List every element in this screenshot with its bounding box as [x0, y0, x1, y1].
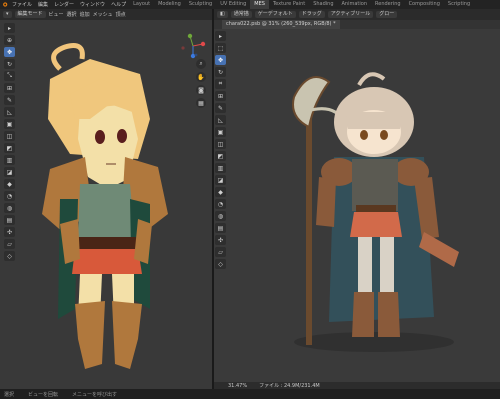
- menu-edit[interactable]: 編集: [35, 1, 51, 8]
- bevel-tool-icon[interactable]: ◩: [4, 143, 15, 153]
- menu-add[interactable]: 追加: [80, 11, 90, 18]
- menu-select[interactable]: 選択: [67, 11, 77, 18]
- shrink-tool-icon[interactable]: ✣: [4, 227, 15, 237]
- menu-vertex[interactable]: 頂点: [116, 11, 126, 18]
- extrude-tool-icon[interactable]: ▣: [4, 119, 15, 129]
- menu-file[interactable]: ファイル: [9, 1, 35, 8]
- app-menubar: ファイル 編集 レンダー ウィンドウ ヘルプ Layout Modeling S…: [0, 0, 500, 9]
- hand-tool-icon[interactable]: ▱: [215, 247, 226, 257]
- menu-view[interactable]: ビュー: [49, 11, 64, 18]
- loop-cut-tool-icon[interactable]: ▥: [4, 155, 15, 165]
- viewport-toolbar: ▸ ⊕ ✥ ↻ ⤡ ⊞ ✎ ◺ ▣ ◫ ◩ ▥ ◪ ◆ ◔ ◍ ▤ ✣ ▱ ◇: [4, 23, 15, 261]
- pen-tool-icon[interactable]: ◔: [215, 199, 226, 209]
- menu-mesh[interactable]: メッシュ: [93, 11, 113, 18]
- workspace-tab-scripting[interactable]: Scripting: [444, 0, 474, 9]
- menu-render[interactable]: レンダー: [51, 1, 77, 8]
- workspace-tab-layout[interactable]: Layout: [129, 0, 154, 9]
- stamp-tool-icon[interactable]: ▣: [215, 127, 226, 137]
- workspace-tab-mes[interactable]: MES: [250, 0, 269, 9]
- inset-tool-icon[interactable]: ◫: [4, 131, 15, 141]
- character-mesh[interactable]: [30, 39, 180, 369]
- shear-tool-icon[interactable]: ▱: [4, 239, 15, 249]
- history-brush-icon[interactable]: ◫: [215, 139, 226, 149]
- navigation-gizmo[interactable]: [178, 31, 208, 61]
- menu-help[interactable]: ヘルプ: [108, 1, 129, 8]
- brush-tool-icon[interactable]: ✎: [215, 103, 226, 113]
- eyedropper-tool-icon[interactable]: ⊞: [215, 91, 226, 101]
- workspace-tab-shading[interactable]: Shading: [309, 0, 337, 9]
- viewport-nav-controls: ⌕ ✋ ◙ ▦: [196, 59, 206, 108]
- document-tab[interactable]: chara022.psb @ 31% (260_539px, RGB/8) *: [222, 20, 340, 29]
- tool-preset-icon[interactable]: ◧: [217, 11, 228, 18]
- file-size-info: ファイル : 24.9M/231.4M: [259, 383, 320, 389]
- ruler-tool-icon[interactable]: ◺: [215, 115, 226, 125]
- rotate-view-icon[interactable]: ↻: [215, 67, 226, 77]
- dodge-tool-icon[interactable]: ◆: [215, 187, 226, 197]
- blender-logo-icon[interactable]: [0, 0, 9, 9]
- edge-slide-tool-icon[interactable]: ▤: [4, 215, 15, 225]
- status-bar: 選択 ビューを回転 メニューを呼び出す: [0, 389, 500, 399]
- status-call-menu: メニューを呼び出す: [72, 391, 118, 398]
- type-tool-icon[interactable]: ◍: [215, 211, 226, 221]
- ps-toolbar: ▸ ⬚ ✥ ↻ ⌗ ⊞ ✎ ◺ ▣ ◫ ◩ ▥ ◪ ◆ ◔ ◍ ▤ ✣ ▱ ◇: [215, 31, 226, 269]
- marquee-tool-icon[interactable]: ⬚: [215, 43, 226, 53]
- options-bar: ◧ 通常描 ゲーデフォルト ドラッグ アクティブリール グロー: [214, 9, 500, 20]
- cursor-tool-icon[interactable]: ⊕: [4, 35, 15, 45]
- menu-window[interactable]: ウィンドウ: [77, 1, 108, 8]
- spin-tool-icon[interactable]: ◔: [4, 191, 15, 201]
- lasso-tool-icon[interactable]: ✥: [215, 55, 226, 65]
- transform-tool-icon[interactable]: ⊞: [4, 83, 15, 93]
- workspace-tab-sculpting[interactable]: Sculpting: [185, 0, 216, 9]
- gradient-tool-icon[interactable]: ▥: [215, 163, 226, 173]
- option-drag[interactable]: ドラッグ: [298, 11, 325, 18]
- option-blend-mode[interactable]: 通常描: [230, 11, 252, 18]
- option-default[interactable]: ゲーデフォルト: [254, 11, 296, 18]
- viewport-header: ▾ 編集モード ビュー 選択 追加 メッシュ 頂点: [0, 9, 212, 20]
- select-tool-icon[interactable]: ▸: [4, 23, 15, 33]
- option-active-reel[interactable]: アクティブリール: [327, 11, 374, 18]
- crop-tool-icon[interactable]: ⌗: [215, 79, 226, 89]
- status-select: 選択: [4, 391, 15, 398]
- blur-tool-icon[interactable]: ◪: [215, 175, 226, 185]
- poly-build-tool-icon[interactable]: ◆: [4, 179, 15, 189]
- shape-tool-icon[interactable]: ✣: [215, 235, 226, 245]
- mode-dropdown[interactable]: 編集モード: [14, 11, 46, 18]
- document-status-bar: 31.47% ファイル : 24.9M/231.4M: [214, 382, 500, 389]
- pan-hand-icon[interactable]: ✋: [196, 72, 206, 82]
- rotate-tool-icon[interactable]: ↻: [4, 59, 15, 69]
- status-rotate-view: ビューを回転: [28, 391, 59, 398]
- path-select-icon[interactable]: ▤: [215, 223, 226, 233]
- measure-tool-icon[interactable]: ◺: [4, 107, 15, 117]
- photoshop-workspace[interactable]: ◧ 通常描 ゲーデフォルト ドラッグ アクティブリール グロー chara022…: [214, 9, 500, 389]
- workspace-tab-animation[interactable]: Animation: [338, 0, 372, 9]
- workspace-tab-uv-editing[interactable]: UV Editing: [216, 0, 250, 9]
- move-tool-icon[interactable]: ✥: [4, 47, 15, 57]
- knife-tool-icon[interactable]: ◪: [4, 167, 15, 177]
- character-illustration[interactable]: [274, 67, 474, 357]
- move-tool-icon[interactable]: ▸: [215, 31, 226, 41]
- zoom-icon[interactable]: ⌕: [196, 59, 206, 69]
- zoom-tool-icon[interactable]: ◇: [215, 259, 226, 269]
- eraser-tool-icon[interactable]: ◩: [215, 151, 226, 161]
- workspace-tab-compositing[interactable]: Compositing: [405, 0, 444, 9]
- scale-tool-icon[interactable]: ⤡: [4, 71, 15, 81]
- option-glow[interactable]: グロー: [376, 11, 398, 18]
- document-tab-bar: chara022.psb @ 31% (260_539px, RGB/8) *: [214, 20, 500, 29]
- workspace-tab-modeling[interactable]: Modeling: [154, 0, 185, 9]
- blender-3d-viewport[interactable]: ▾ 編集モード ビュー 選択 追加 メッシュ 頂点 ▸ ⊕ ✥ ↻ ⤡ ⊞ ✎ …: [0, 9, 212, 389]
- camera-icon[interactable]: ◙: [196, 85, 206, 95]
- rip-tool-icon[interactable]: ◇: [4, 251, 15, 261]
- annotate-tool-icon[interactable]: ✎: [4, 95, 15, 105]
- grid-icon[interactable]: ▦: [196, 98, 206, 108]
- editor-type-button[interactable]: ▾: [3, 11, 12, 18]
- workspace-tab-texture-paint[interactable]: Texture Paint: [269, 0, 309, 9]
- smooth-tool-icon[interactable]: ◍: [4, 203, 15, 213]
- workspace-tab-rendering[interactable]: Rendering: [371, 0, 405, 9]
- zoom-level[interactable]: 31.47%: [228, 383, 247, 389]
